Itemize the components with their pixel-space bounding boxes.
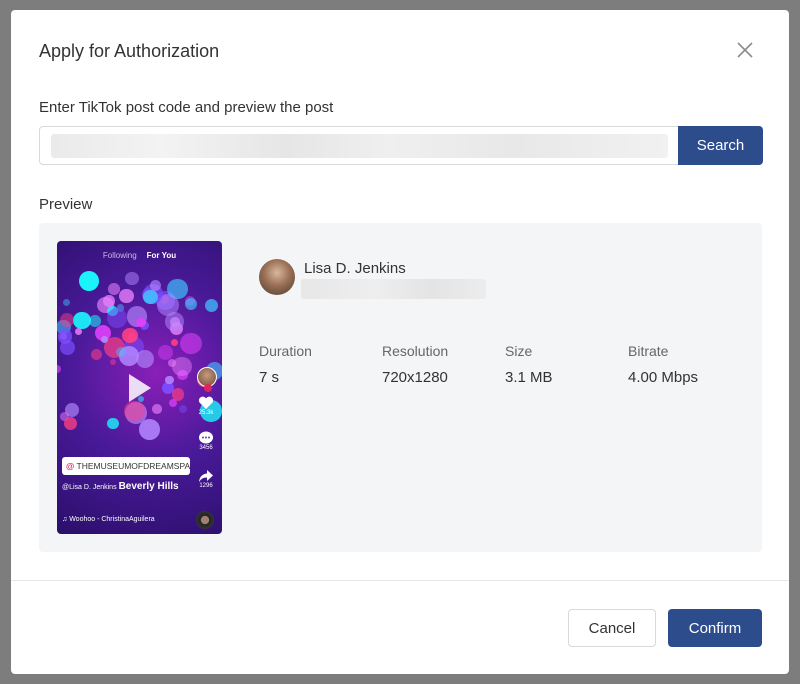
heart-icon [198,396,214,409]
author-name: Lisa D. Jenkins [304,260,406,277]
comment-count: 3456 [199,445,213,451]
comment-icon [199,431,213,444]
location-tag-text: THEMUSEUMOFDREAMSPACE [76,461,190,471]
location-tag: @ THEMUSEUMOFDREAMSPACE [62,457,190,475]
caption-user: @Lisa D. Jenkins [62,484,117,491]
like-count: 25.3k [198,410,214,416]
stat-label: Resolution [382,343,449,359]
stat-resolution: Resolution 720x1280 [382,343,448,386]
footer-divider [11,580,789,581]
stat-value: 3.1 MB [505,369,553,386]
play-icon[interactable] [129,374,151,402]
confirm-button[interactable]: Confirm [668,609,762,647]
tab-for-you: For You [146,251,177,260]
preview-card: Following For You 25.3k 3456 1296 @ THEMU… [39,223,762,552]
post-code-input[interactable] [39,126,679,165]
comment-stat: 3456 [196,431,216,451]
close-icon[interactable] [733,38,757,62]
thumbnail-tabs: Following For You [57,251,222,260]
redacted-author-handle [301,279,486,299]
search-button[interactable]: Search [678,126,763,165]
creator-avatar-icon [197,367,217,392]
tab-following: Following [102,251,137,260]
like-stat: 25.3k [196,396,216,416]
authorization-dialog: Apply for Authorization Enter TikTok pos… [11,10,789,674]
stat-value: 720x1280 [382,369,448,386]
video-caption: @Lisa D. Jenkins Beverly Hills [62,481,179,492]
cancel-button[interactable]: Cancel [568,609,656,647]
author-avatar [259,259,295,295]
dialog-title: Apply for Authorization [39,41,220,61]
stat-value: 4.00 Mbps [628,369,699,386]
stat-value: 7 s [259,369,280,386]
video-thumbnail[interactable]: Following For You 25.3k 3456 1296 @ THEMU… [57,241,222,534]
music-disc-icon [196,511,214,529]
stat-size: Size 3.1 MB [505,343,553,386]
caption-place: Beverly Hills [118,481,179,492]
share-count: 1296 [199,483,213,489]
post-code-label: Enter TikTok post code and preview the p… [39,99,334,116]
stat-label: Duration [259,343,312,359]
stat-bitrate: Bitrate 4.00 Mbps [628,343,698,386]
share-stat: 1296 [196,469,216,489]
preview-label: Preview [39,196,93,213]
stat-duration: Duration 7 s [259,343,312,386]
share-icon [199,470,213,482]
stat-label: Size [505,343,533,359]
stat-label: Bitrate [628,343,669,359]
music-credit: ♫ Woohoo - ChristinaAguilera [62,516,155,523]
